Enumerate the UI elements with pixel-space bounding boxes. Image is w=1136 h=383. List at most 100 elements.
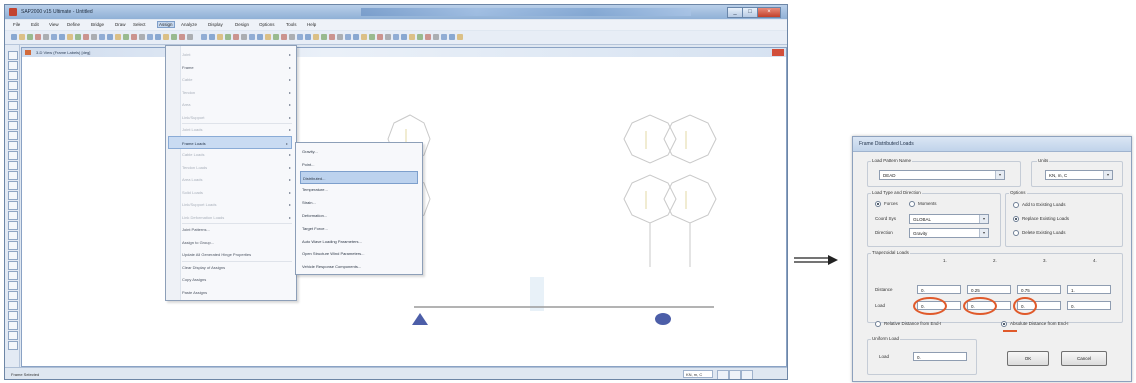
assign-menu-item[interactable]: Frame Loads ▸	[168, 135, 292, 149]
toolbar-tool-icon[interactable]	[187, 34, 193, 40]
maximize-button[interactable]: □	[742, 7, 758, 18]
side-tool-icon[interactable]	[8, 291, 18, 300]
menu-file[interactable]: File	[13, 22, 20, 27]
toolbar-tool-icon[interactable]	[337, 34, 343, 40]
toolbar-tool-icon[interactable]	[147, 34, 153, 40]
distance-input-3[interactable]: 0.75	[1017, 285, 1061, 294]
menu-bridge[interactable]: Bridge	[91, 22, 104, 27]
menu-tools[interactable]: Tools	[286, 22, 297, 27]
toolbar-tool-icon[interactable]	[51, 34, 57, 40]
assign-menu-item[interactable]: Area Loads ▸	[182, 173, 294, 186]
toolbar-tool-icon[interactable]	[35, 34, 41, 40]
toolbar-tool-icon[interactable]	[433, 34, 439, 40]
cancel-button[interactable]: Cancel	[1061, 351, 1107, 366]
side-tool-icon[interactable]	[8, 261, 18, 270]
toolbar-tool-icon[interactable]	[441, 34, 447, 40]
side-tool-icon[interactable]	[8, 151, 18, 160]
assign-menu-item[interactable]: Cable Loads ▸	[182, 148, 294, 161]
toolbar-tool-icon[interactable]	[369, 34, 375, 40]
forces-radio[interactable]	[875, 201, 881, 207]
side-tool-icon[interactable]	[8, 171, 18, 180]
toolbar-tool-icon[interactable]	[241, 34, 247, 40]
side-tool-icon[interactable]	[8, 61, 18, 70]
side-tool-icon[interactable]	[8, 131, 18, 140]
status-button[interactable]	[729, 370, 741, 379]
assign-menu-item[interactable]: Tendon Loads ▸	[182, 161, 294, 174]
side-tool-icon[interactable]	[8, 81, 18, 90]
side-tool-icon[interactable]	[8, 141, 18, 150]
toolbar-tool-icon[interactable]	[11, 34, 17, 40]
side-tool-icon[interactable]	[8, 101, 18, 110]
assign-menu-item[interactable]: Frame ▸	[182, 61, 294, 74]
toolbar-tool-icon[interactable]	[297, 34, 303, 40]
side-tool-icon[interactable]	[8, 331, 18, 340]
toolbar-tool-icon[interactable]	[201, 34, 207, 40]
toolbar-tool-icon[interactable]	[225, 34, 231, 40]
toolbar-tool-icon[interactable]	[131, 34, 137, 40]
units-select[interactable]: KN, m, C ▾	[1045, 170, 1113, 180]
load-input-4[interactable]: 0.	[1067, 301, 1111, 310]
menu-select[interactable]: Select	[133, 22, 146, 27]
toolbar-tool-icon[interactable]	[233, 34, 239, 40]
side-tool-icon[interactable]	[8, 281, 18, 290]
moments-radio[interactable]	[909, 201, 915, 207]
toolbar-tool-icon[interactable]	[401, 34, 407, 40]
toolbar-tool-icon[interactable]	[27, 34, 33, 40]
side-tool-icon[interactable]	[8, 111, 18, 120]
toolbar-tool-icon[interactable]	[257, 34, 263, 40]
toolbar-tool-icon[interactable]	[249, 34, 255, 40]
ok-button[interactable]: OK	[1007, 351, 1049, 366]
side-tool-icon[interactable]	[8, 231, 18, 240]
absolute-distance-radio[interactable]	[1001, 321, 1007, 327]
close-button[interactable]: ×	[757, 7, 781, 18]
frame-loads-submenu-item[interactable]: Open Structure Wind Parameters...	[300, 247, 418, 260]
side-tool-icon[interactable]	[8, 121, 18, 130]
menu-assign[interactable]: Assign	[157, 21, 175, 28]
side-tool-icon[interactable]	[8, 311, 18, 320]
toolbar-tool-icon[interactable]	[99, 34, 105, 40]
toolbar-tool-icon[interactable]	[329, 34, 335, 40]
load-pattern-select[interactable]: DEAD ▾	[879, 170, 1005, 180]
assign-menu-item[interactable]: Area ▸	[182, 98, 294, 111]
toolbar-tool-icon[interactable]	[67, 34, 73, 40]
side-tool-icon[interactable]	[8, 341, 18, 350]
toolbar-tool-icon[interactable]	[91, 34, 97, 40]
document-close-button[interactable]	[772, 49, 784, 56]
side-tool-icon[interactable]	[8, 271, 18, 280]
side-tool-icon[interactable]	[8, 161, 18, 170]
menu-options[interactable]: Options	[259, 22, 275, 27]
toolbar-tool-icon[interactable]	[217, 34, 223, 40]
toolbar-tool-icon[interactable]	[361, 34, 367, 40]
distance-input-2[interactable]: 0.25	[967, 285, 1011, 294]
frame-loads-submenu-item[interactable]: Auto Wave Loading Parameters...	[300, 235, 418, 248]
toolbar-tool-icon[interactable]	[43, 34, 49, 40]
toolbar-tool-icon[interactable]	[163, 34, 169, 40]
side-tool-icon[interactable]	[8, 71, 18, 80]
toolbar-tool-icon[interactable]	[281, 34, 287, 40]
side-tool-icon[interactable]	[8, 201, 18, 210]
toolbar-tool-icon[interactable]	[377, 34, 383, 40]
assign-menu-item[interactable]: Cable ▸	[182, 73, 294, 86]
delete-existing-radio[interactable]	[1013, 230, 1019, 236]
toolbar-tool-icon[interactable]	[19, 34, 25, 40]
toolbar-tool-icon[interactable]	[305, 34, 311, 40]
toolbar-tool-icon[interactable]	[75, 34, 81, 40]
toolbar-tool-icon[interactable]	[179, 34, 185, 40]
assign-menu-item[interactable]: Solid Loads ▸	[182, 186, 294, 199]
toolbar-tool-icon[interactable]	[289, 34, 295, 40]
toolbar-tool-icon[interactable]	[393, 34, 399, 40]
assign-menu-item[interactable]: Joint Loads ▸	[182, 123, 294, 136]
assign-menu-item[interactable]: Link/Support ▸	[182, 111, 294, 124]
toolbar-tool-icon[interactable]	[115, 34, 121, 40]
side-tool-icon[interactable]	[8, 241, 18, 250]
toolbar-tool-icon[interactable]	[209, 34, 215, 40]
menu-display[interactable]: Display	[208, 22, 223, 27]
toolbar-tool-icon[interactable]	[313, 34, 319, 40]
relative-distance-radio[interactable]	[875, 321, 881, 327]
toolbar-tool-icon[interactable]	[385, 34, 391, 40]
assign-menu-item[interactable]: Clear Display of Assigns	[182, 261, 294, 274]
toolbar-tool-icon[interactable]	[273, 34, 279, 40]
side-tool-icon[interactable]	[8, 51, 18, 60]
assign-menu-item[interactable]: Assign to Group...	[182, 236, 294, 249]
direction-select[interactable]: Gravity ▾	[909, 228, 989, 238]
